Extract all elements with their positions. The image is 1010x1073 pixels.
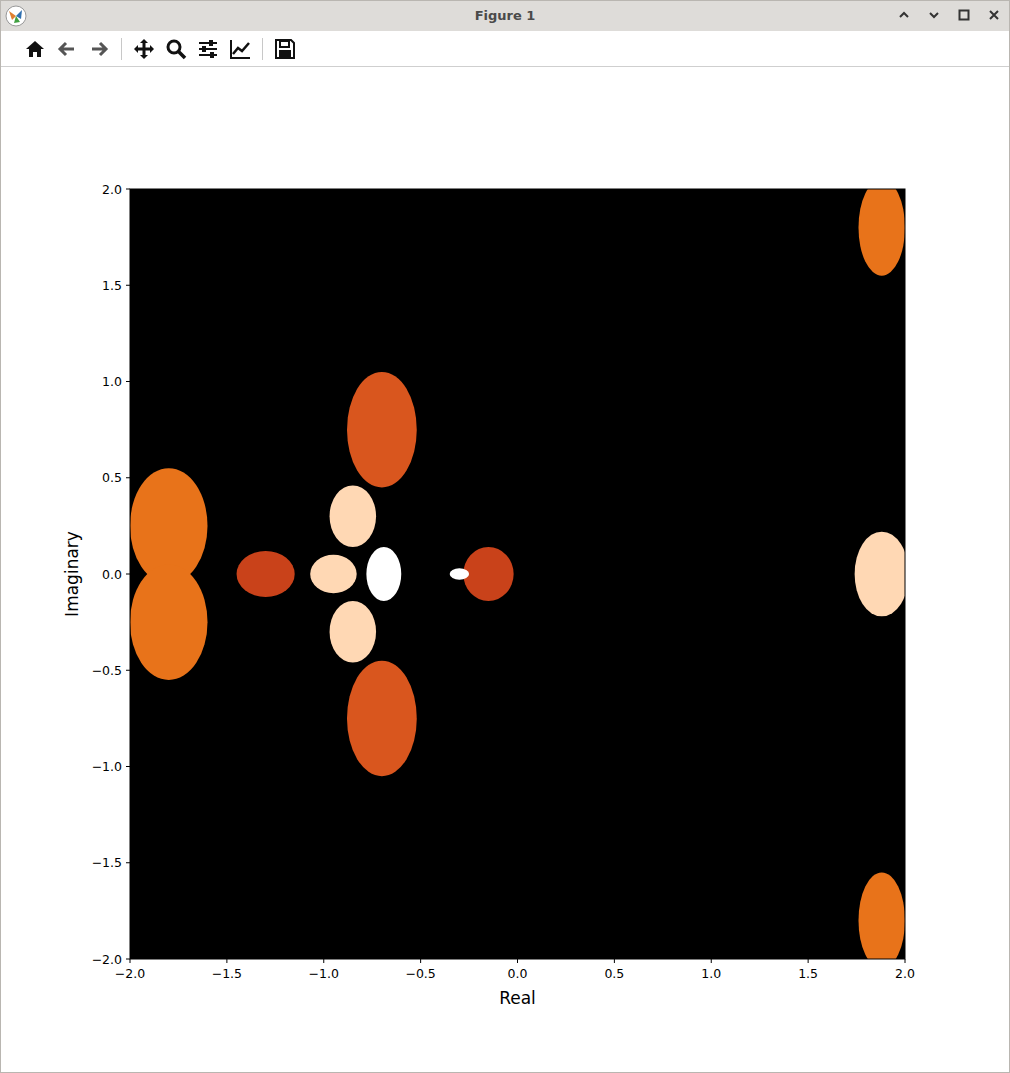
back-arrow-icon	[56, 38, 78, 60]
window-controls	[897, 8, 1001, 22]
y-tick-label: −1.0	[92, 759, 122, 774]
save-button[interactable]	[271, 35, 299, 63]
y-tick-label: 0.0	[102, 567, 122, 582]
configure-button[interactable]	[194, 35, 222, 63]
x-tick-label: 0.0	[508, 966, 528, 981]
toolbar-separator	[262, 38, 263, 60]
fractal-image	[130, 189, 905, 959]
y-tick	[126, 959, 130, 960]
matplotlib-logo-icon	[5, 5, 27, 27]
x-tick	[711, 959, 712, 963]
fractal-region	[347, 661, 417, 777]
home-button[interactable]	[21, 35, 49, 63]
x-tick	[614, 959, 615, 963]
y-tick	[126, 477, 130, 478]
x-tick-label: −2.0	[115, 966, 145, 981]
y-tick-label: 1.5	[102, 278, 122, 293]
y-axis-label: Imaginary	[62, 531, 82, 617]
y-tick-label: −2.0	[92, 952, 122, 967]
y-tick	[126, 670, 130, 671]
window-title: Figure 1	[475, 6, 536, 26]
x-tick-label: 0.5	[604, 966, 624, 981]
x-tick-label: −0.5	[405, 966, 435, 981]
collapse-chevron-icon[interactable]	[927, 8, 941, 22]
forward-arrow-icon	[88, 38, 110, 60]
x-axis-label: Real	[499, 988, 536, 1008]
fractal-region	[347, 372, 417, 488]
x-tick-label: 2.0	[895, 966, 915, 981]
pan-button[interactable]	[130, 35, 158, 63]
fractal-region	[463, 547, 513, 601]
y-tick-label: 1.0	[102, 374, 122, 389]
fractal-region	[310, 555, 357, 594]
plot: −2.0 −1.5 −1.0 −0.5 0.0 0.5 1.0 1.5 2.0 2.0 1.5 1.0…	[1, 67, 1009, 1072]
x-tick	[517, 959, 518, 963]
y-tick-label: −1.5	[92, 855, 122, 870]
figure-window: Figure 1	[0, 0, 1010, 1073]
x-tick-label: −1.0	[309, 966, 339, 981]
toolbar-separator	[121, 38, 122, 60]
x-tick	[323, 959, 324, 963]
close-cross-icon[interactable]	[987, 8, 1001, 22]
y-tick-label: −0.5	[92, 663, 122, 678]
toolbar	[1, 31, 1009, 67]
fractal-region	[330, 485, 377, 547]
fractal-region	[859, 189, 906, 276]
fractal-region	[330, 601, 377, 663]
y-tick	[126, 285, 130, 286]
image-background	[130, 189, 905, 959]
maximize-square-icon[interactable]	[957, 8, 971, 22]
x-tick	[420, 959, 421, 963]
fractal-region	[855, 532, 905, 617]
move-arrows-icon	[133, 38, 155, 60]
x-tick-label: 1.5	[798, 966, 818, 981]
floppy-disk-icon	[274, 38, 296, 60]
y-tick-label: 2.0	[102, 182, 122, 197]
fractal-region	[366, 547, 401, 601]
edit-axes-button[interactable]	[226, 35, 254, 63]
y-tick	[126, 574, 130, 575]
title-bar: Figure 1	[1, 1, 1009, 31]
x-tick-label: 1.0	[701, 966, 721, 981]
x-tick-label: −1.5	[212, 966, 242, 981]
home-icon	[24, 38, 46, 60]
axes-frame	[130, 189, 905, 959]
magnifier-icon	[165, 38, 187, 60]
y-tick	[126, 862, 130, 863]
y-tick	[126, 189, 130, 190]
x-tick	[808, 959, 809, 963]
line-chart-icon	[229, 38, 251, 60]
fractal-region	[237, 551, 295, 597]
fractal-region	[859, 872, 906, 959]
y-tick	[126, 766, 130, 767]
y-tick	[126, 381, 130, 382]
forward-button[interactable]	[85, 35, 113, 63]
minimize-chevron-icon[interactable]	[897, 8, 911, 22]
figure-canvas: −2.0 −1.5 −1.0 −0.5 0.0 0.5 1.0 1.5 2.0 2.0 1.5 1.0…	[1, 67, 1009, 1072]
sliders-icon	[197, 38, 219, 60]
fractal-region	[130, 564, 208, 680]
x-tick	[905, 959, 906, 963]
zoom-button[interactable]	[162, 35, 190, 63]
x-tick	[226, 959, 227, 963]
x-tick	[130, 959, 131, 963]
fractal-region	[450, 568, 469, 580]
back-button[interactable]	[53, 35, 81, 63]
y-tick-label: 0.5	[102, 470, 122, 485]
